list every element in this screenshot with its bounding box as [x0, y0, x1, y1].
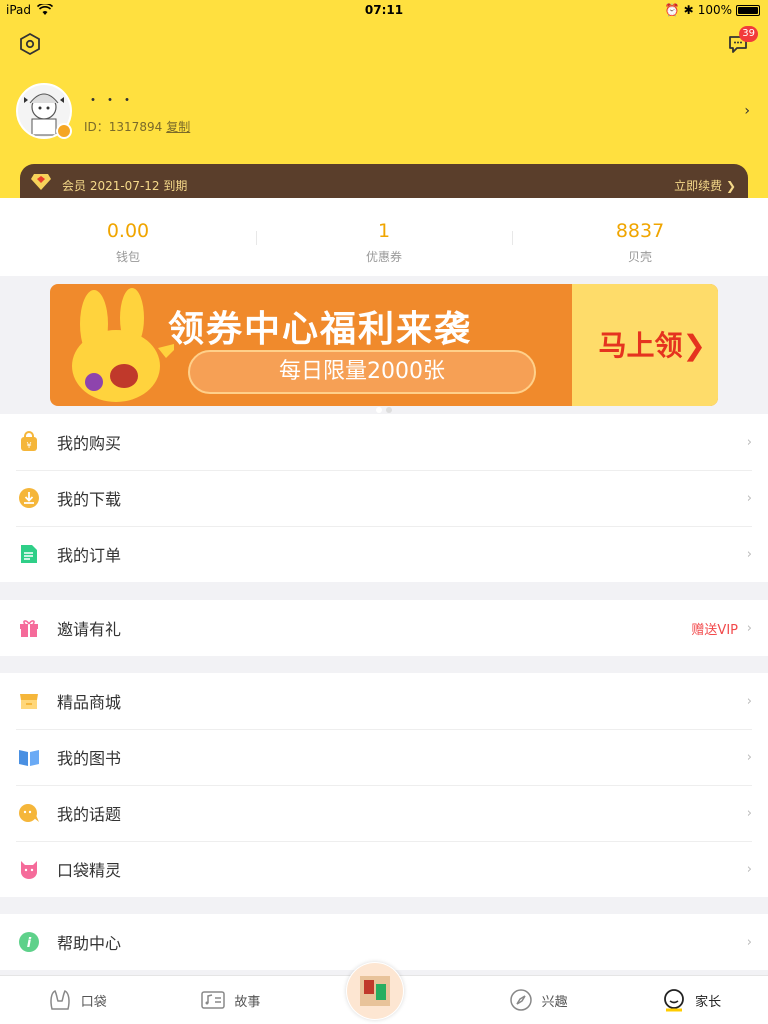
menu-label: 我的下载 — [57, 490, 122, 509]
tab-bar: 口袋 故事 兴趣 家长 — [0, 962, 768, 1024]
tab-center[interactable] — [307, 962, 461, 1024]
profile-chevron-icon[interactable]: › — [744, 103, 750, 119]
tab-parents[interactable]: 家长 — [614, 976, 768, 1024]
battery-percent: 100% — [697, 3, 732, 17]
tab-interests[interactable]: 兴趣 — [461, 976, 615, 1024]
vip-gem-icon — [31, 174, 51, 190]
menu-label: 口袋精灵 — [57, 861, 122, 880]
chevron-right-icon: › — [746, 546, 752, 562]
banner-cta[interactable]: 马上领❯ — [599, 324, 706, 364]
menu-item-pocket-pet[interactable]: 口袋精灵 › — [0, 841, 768, 897]
info-icon: i — [19, 932, 39, 952]
menu-group-invite: 邀请有礼 赠送VIP › — [0, 600, 768, 656]
chevron-right-icon: › — [746, 434, 752, 450]
menu-label: 我的图书 — [57, 749, 122, 768]
banner-title: 领券中心福利来袭 — [168, 309, 473, 350]
banner-subtitle: 每日限量2000张 — [188, 350, 536, 394]
vip-bar[interactable]: 会员 2021-07-12 到期 立即续费 ❯ — [20, 164, 748, 200]
message-count-badge: 39 — [739, 26, 758, 42]
copy-id-link[interactable]: 复制 — [166, 120, 190, 134]
status-right: ⏰ ✱ 100% — [665, 3, 760, 17]
tab-label: 兴趣 — [541, 994, 568, 1010]
stat-coupons[interactable]: 1 优惠券 — [256, 198, 512, 276]
menu-item-orders[interactable]: 我的订单 › — [0, 526, 768, 582]
chevron-right-icon: › — [746, 805, 752, 821]
stat-value: 0.00 — [106, 220, 150, 242]
menu-label: 邀请有礼 — [57, 620, 122, 639]
music-book-icon — [201, 991, 226, 1009]
settings-hex-icon — [20, 32, 40, 56]
stat-value: 1 — [377, 220, 391, 242]
gift-icon — [20, 620, 38, 637]
bluetooth-icon: ✱ — [683, 3, 694, 17]
clock: 07:11 — [364, 3, 404, 17]
menu-item-topics[interactable]: 我的话题 › — [0, 785, 768, 841]
alarm-icon: ⏰ — [664, 3, 680, 17]
profile-header: 39 ・・・ ID：1317894 复制 › 会员 2021-07-12 到期 立… — [0, 20, 768, 200]
chevron-right-icon: › — [746, 490, 752, 506]
user-id-text: ID：1317894 — [84, 120, 163, 134]
tab-pocket[interactable]: 口袋 — [0, 976, 154, 1024]
chevron-right-icon: › — [746, 749, 752, 765]
menu-group-content: 精品商城 › 我的图书 › 我的话题 › 口袋精灵 › — [0, 673, 768, 897]
promo-banner[interactable]: 领券中心福利来袭 每日限量2000张 马上领❯ — [50, 284, 718, 406]
svg-text:i: i — [27, 936, 32, 951]
menu-group-help: i 帮助中心 › — [0, 914, 768, 970]
bag-icon: ¥ — [21, 431, 37, 451]
chevron-right-icon: › — [746, 693, 752, 709]
tab-label: 家长 — [695, 994, 722, 1010]
page-dot[interactable] — [386, 407, 392, 413]
menu-label: 精品商城 — [57, 693, 122, 712]
download-icon — [19, 488, 39, 508]
topic-icon — [19, 804, 39, 822]
battery-icon — [736, 4, 760, 16]
nickname: ・・・ — [86, 93, 137, 109]
store-icon — [20, 694, 38, 709]
rabbit-ears-icon — [50, 989, 70, 1010]
menu-item-purchases[interactable]: ¥ 我的购买 › — [0, 414, 768, 470]
tab-label: 故事 — [234, 994, 261, 1010]
stat-label: 钱包 — [115, 250, 140, 264]
menu-item-books[interactable]: 我的图书 › — [0, 729, 768, 785]
album-cover-icon — [347, 963, 404, 1019]
pet-icon — [21, 861, 37, 879]
menu-item-downloads[interactable]: 我的下载 › — [0, 470, 768, 526]
page-dot-active[interactable] — [376, 407, 382, 413]
renew-link[interactable]: 立即续费 ❯ — [674, 177, 736, 194]
invite-reward: 赠送VIP — [691, 622, 738, 638]
compass-icon — [509, 989, 532, 1011]
stat-value: 8837 — [615, 220, 665, 242]
menu-label: 帮助中心 — [57, 934, 122, 953]
status-bar: iPad 07:11 ⏰ ✱ 100% — [0, 0, 768, 20]
parent-face-icon — [664, 989, 685, 1012]
settings-button[interactable] — [18, 32, 42, 56]
menu-item-invite[interactable]: 邀请有礼 赠送VIP › — [0, 600, 768, 656]
order-icon — [21, 545, 37, 563]
chevron-right-icon: › — [746, 934, 752, 950]
rabbit-mascot-icon — [72, 288, 174, 402]
stat-label: 贝壳 — [627, 250, 652, 264]
chevron-right-icon: › — [746, 861, 752, 877]
tab-stories[interactable]: 故事 — [154, 976, 308, 1024]
vip-expiry: 会员 2021-07-12 到期 — [62, 179, 188, 193]
menu-label: 我的购买 — [57, 434, 122, 453]
menu-item-help[interactable]: i 帮助中心 › — [0, 914, 768, 970]
stat-label: 优惠券 — [365, 250, 402, 264]
tab-label: 口袋 — [80, 994, 107, 1010]
book-icon — [19, 750, 39, 766]
stat-shells[interactable]: 8837 贝壳 — [512, 198, 768, 276]
center-play-button[interactable] — [346, 962, 405, 1020]
svg-text:¥: ¥ — [26, 441, 31, 450]
menu-group-orders: ¥ 我的购买 › 我的下载 › 我的订单 › — [0, 414, 768, 582]
menu-label: 我的话题 — [57, 805, 122, 824]
crown-icon — [56, 123, 72, 139]
user-id: ID：1317894 复制 — [84, 118, 190, 135]
menu-item-store[interactable]: 精品商城 › — [0, 673, 768, 729]
account-stats: 0.00 钱包 1 优惠券 8837 贝壳 — [0, 198, 768, 276]
stat-wallet[interactable]: 0.00 钱包 — [0, 198, 256, 276]
menu-label: 我的订单 — [57, 546, 122, 565]
messages-button[interactable]: 39 — [726, 26, 758, 56]
chevron-right-icon: › — [746, 620, 752, 636]
